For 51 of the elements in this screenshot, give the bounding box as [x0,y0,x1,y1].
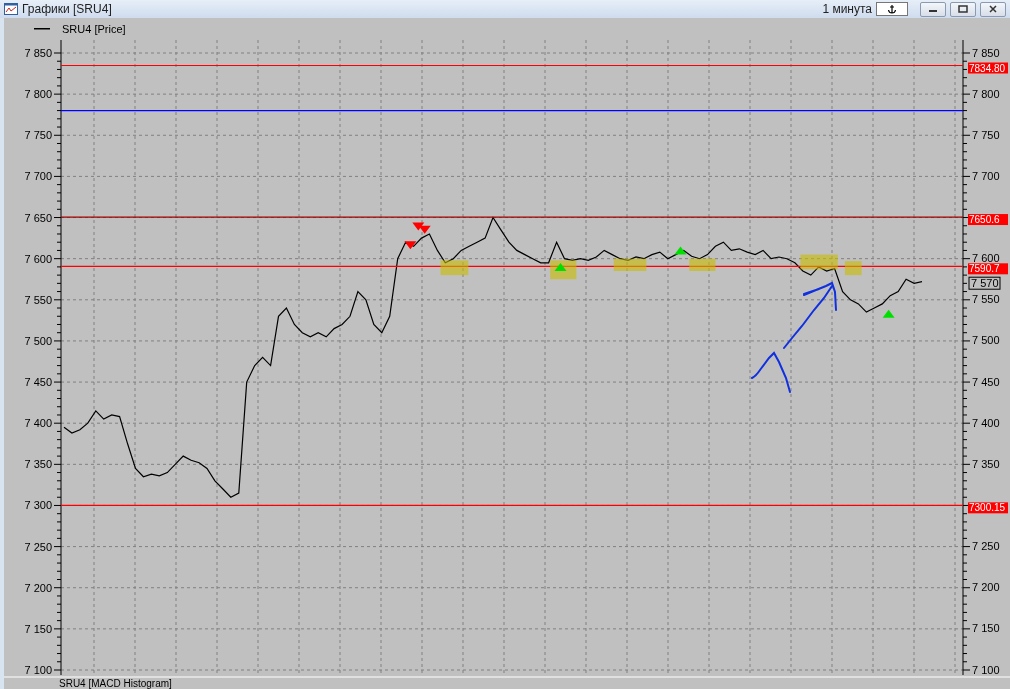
axis-tick-label: 7 350 [24,458,52,471]
axis-tick-label: 7 350 [972,457,1000,470]
axis-tick-label: 7 250 [972,540,1000,553]
ref-line-label: 7590.7 [969,263,1001,275]
axis-tick-label: 7 500 [24,334,52,347]
interval-label: 1 минута [822,2,872,16]
maximize-button[interactable] [950,1,976,17]
chart-window-icon [4,3,18,15]
axis-tick-label: 7 250 [24,540,52,553]
axis-tick-label: 7 450 [972,375,1000,388]
axis-tick-label: 7 850 [972,46,1000,59]
anchor-button[interactable] [876,2,908,16]
axis-tick-label: 7 550 [972,293,1000,306]
window-title: Графики [SRU4] [22,2,112,16]
panel-title: SRU4 [MACD Histogram] [59,678,172,689]
sell-markers-drawing [404,222,431,250]
level-price-label: 7590.7 [968,263,1008,275]
minimize-button[interactable] [920,1,946,17]
axis-tick-label: 7 500 [972,334,1000,347]
axis-tick-label: 7 400 [24,417,52,430]
axis-tick-label: 7 650 [24,211,52,224]
axis-tick-label: 7 150 [24,622,52,635]
anchor-icon [887,4,897,14]
legend-label: SRU4 [Price] [62,23,126,35]
axis-tick-label: 7 100 [24,664,52,676]
axis-tick-label: 7 300 [24,499,52,512]
axis-tick-label: 7 150 [972,622,1000,635]
legend-line-icon [34,27,50,31]
axis-tick-label: 7 450 [24,376,52,389]
axis-tick-label: 7 700 [24,170,52,183]
axis-tick-label: 7 550 [24,293,52,306]
axis-tick-label: 7 200 [972,581,1000,594]
current-price-label: 7 570 [968,276,1001,290]
axis-tick-label: 7 750 [24,129,52,142]
axis-tick-label: 7 750 [972,128,1000,141]
axis-tick-label: 7 100 [972,663,1000,676]
axis-tick-label: 7 600 [24,252,52,265]
axis-tick-label: 7 400 [972,416,1000,429]
axis-tick-label: 7 800 [24,88,52,101]
level-price-label: 7650.6 [968,214,1008,226]
level-price-label: 7300.15 [968,502,1008,514]
ref-line-label: 7650.6 [969,214,1001,226]
axis-tick-label: 7 200 [24,581,52,594]
level-price-label: 7834.80 [968,62,1008,74]
axis-tick-label: 7 600 [972,252,1000,265]
axis-tick-label: 7 850 [24,47,52,59]
axis-tick-label: 7 700 [972,169,1000,182]
axis-tick-label: 7 800 [972,87,1000,100]
maximize-icon [958,5,968,13]
close-button[interactable] [980,1,1006,17]
close-icon [988,5,998,13]
